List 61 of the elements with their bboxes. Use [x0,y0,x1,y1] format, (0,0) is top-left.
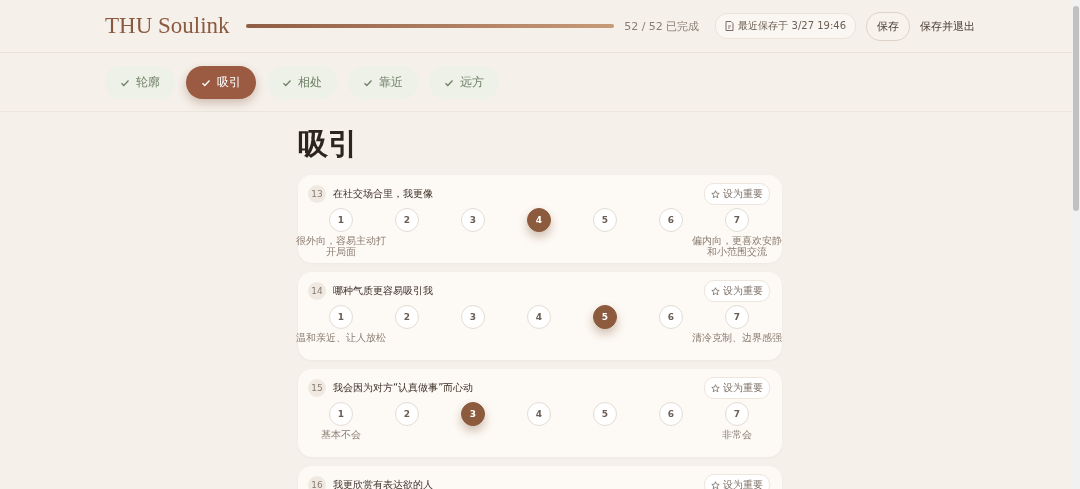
star-icon [711,189,720,199]
check-icon [363,77,373,88]
scale-option[interactable]: 3 [461,402,485,426]
mark-important-button[interactable]: 设为重要 [704,280,770,302]
scale-option[interactable]: 7 [725,305,749,329]
save-status-text: 最近保存于 3/27 19:46 [738,19,846,33]
section-tab[interactable]: 远方 [429,66,499,99]
check-icon [282,77,292,88]
question-text: 我会因为对方“认真做事”而心动 [333,381,475,395]
mark-important-button[interactable]: 设为重要 [704,183,770,205]
scale-option[interactable]: 7 [725,208,749,232]
star-icon [711,286,720,296]
question-number: 15 [308,379,326,397]
mark-important-button[interactable]: 设为重要 [704,474,770,489]
scale-option[interactable]: 5 [593,208,617,232]
scale-option[interactable]: 2 [395,402,419,426]
scale-option[interactable]: 1 [329,208,353,232]
question-text: 我更欣赏有表达欲的人 [333,478,434,489]
scale-option[interactable]: 4 [527,305,551,329]
scale-option[interactable]: 7 [725,402,749,426]
scale-option[interactable]: 5 [593,305,617,329]
section-tab[interactable]: 靠近 [348,66,418,99]
question-number: 13 [308,185,326,203]
check-icon [201,77,211,88]
star-icon [711,480,720,489]
scrollbar-thumb[interactable] [1073,6,1079,211]
scale-option[interactable]: 6 [659,402,683,426]
check-icon [444,77,454,88]
save-button[interactable]: 保存 [866,11,910,41]
scale-high-label: 非常会 [721,429,753,440]
scale-high-label: 清冷克制、边界感强 [691,332,783,343]
scale-option[interactable]: 1 [329,402,353,426]
scale-option[interactable]: 2 [395,208,419,232]
document-icon [725,21,735,31]
scale-option[interactable]: 5 [593,402,617,426]
star-icon [711,383,720,393]
scale-low-label: 基本不会 [320,429,362,440]
scale-low-label: 很外向，容易主动打开局面 [295,235,387,257]
scale-option[interactable]: 4 [527,208,551,232]
section-tab[interactable]: 吸引 [186,66,256,99]
section-tab[interactable]: 轮廓 [105,66,175,99]
progress-text: 52 / 52 已完成 [624,18,700,34]
section-title: 吸引 [298,126,359,162]
app-logo: THU Soulink [105,13,230,39]
scale-option[interactable]: 6 [659,208,683,232]
question-number: 14 [308,282,326,300]
scale-option[interactable]: 3 [461,305,485,329]
question-number: 16 [308,476,326,489]
scale-option[interactable]: 2 [395,305,419,329]
scale-option[interactable]: 3 [461,208,485,232]
scale-option[interactable]: 1 [329,305,353,329]
section-tab[interactable]: 相处 [267,66,337,99]
question-text: 哪种气质更容易吸引我 [333,284,434,298]
scale-high-label: 偏内向，更喜欢安静和小范围交流 [691,235,783,257]
save-exit-button[interactable]: 保存并退出 [920,12,975,40]
question-text: 在社交场合里，我更像 [333,187,434,201]
check-icon [120,77,130,88]
mark-important-button[interactable]: 设为重要 [704,377,770,399]
scale-option[interactable]: 4 [527,402,551,426]
scale-low-label: 温和亲近、让人放松 [295,332,387,343]
scale-option[interactable]: 6 [659,305,683,329]
